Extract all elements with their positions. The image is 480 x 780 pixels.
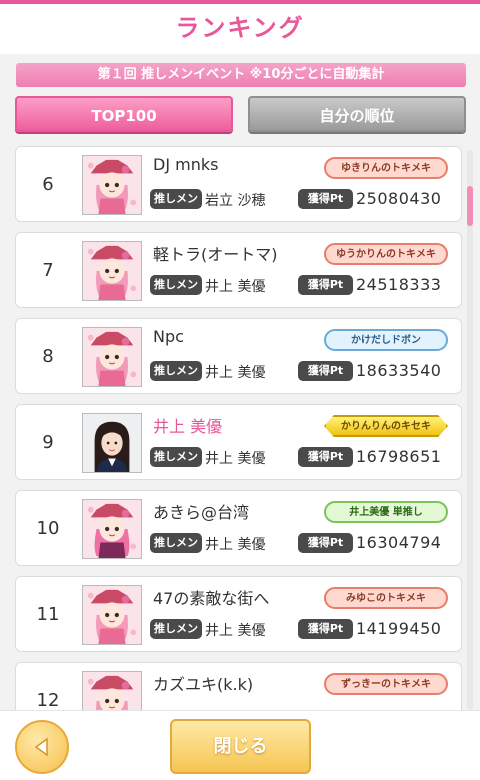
player-name[interactable]: カズユキ(k.k) bbox=[153, 671, 253, 695]
rank-number: 6 bbox=[42, 174, 54, 195]
chibi-avatar-icon bbox=[83, 242, 141, 300]
oshimen-name: 井上 美優 bbox=[205, 279, 266, 295]
rank-number: 8 bbox=[42, 346, 54, 367]
oshimen-label: 推しメン bbox=[150, 533, 202, 553]
footer: 閉じる bbox=[0, 710, 480, 780]
title-badge: かりんりんのキセキ bbox=[324, 415, 448, 437]
ranking-row[interactable]: 7 軽トラ(オートマ) ゆうかりんのトキメキ 推しメン 井上 美優 獲得Pt 2… bbox=[15, 232, 462, 308]
oshimen-label: 推しメン bbox=[150, 361, 202, 381]
oshimen-name: 岩立 沙穂 bbox=[205, 193, 266, 209]
page-title: ランキング bbox=[175, 14, 305, 42]
avatar-chibi[interactable] bbox=[82, 155, 142, 215]
tab-my-rank[interactable]: 自分の順位 bbox=[248, 96, 466, 132]
back-button[interactable] bbox=[15, 720, 69, 774]
rank-number: 9 bbox=[42, 432, 54, 453]
ranking-list[interactable]: 6 DJ mnks ゆきりんのトキメキ 推しメン 岩立 沙穂 獲得Pt 2508… bbox=[0, 146, 480, 710]
tab-top100[interactable]: TOP100 bbox=[15, 96, 233, 132]
title-badge: かけだしドボン bbox=[324, 329, 448, 351]
avatar-chibi[interactable] bbox=[82, 499, 142, 559]
avatar-photo[interactable] bbox=[82, 413, 142, 473]
rank-number: 10 bbox=[36, 518, 60, 539]
rank-number: 7 bbox=[42, 260, 54, 281]
chibi-avatar-icon bbox=[83, 500, 141, 558]
tab-bar: TOP100 自分の順位 bbox=[0, 96, 480, 132]
points-label: 獲得Pt bbox=[298, 361, 353, 381]
rank-number: 11 bbox=[36, 604, 60, 625]
points-value: 25080430 bbox=[356, 189, 442, 208]
oshimen-label: 推しメン bbox=[150, 275, 202, 295]
points-label: 獲得Pt bbox=[298, 619, 353, 639]
points-value: 16798651 bbox=[356, 447, 442, 466]
player-name[interactable]: 軽トラ(オートマ) bbox=[153, 241, 278, 265]
scrollbar-thumb[interactable] bbox=[467, 186, 473, 226]
avatar-chibi[interactable] bbox=[82, 241, 142, 301]
header: ランキング bbox=[0, 4, 480, 54]
oshimen-label: 推しメン bbox=[150, 189, 202, 209]
oshimen-name: 井上 美優 bbox=[205, 365, 266, 381]
title-badge: ゆうかりんのトキメキ bbox=[324, 243, 448, 265]
points-label: 獲得Pt bbox=[298, 275, 353, 295]
points-label: 獲得Pt bbox=[298, 533, 353, 553]
points-value: 14199450 bbox=[356, 619, 442, 638]
ranking-row[interactable]: 12 カズユキ(k.k) ずっきーのトキメキ bbox=[15, 662, 462, 710]
title-badge: 井上美優 単推し bbox=[324, 501, 448, 523]
chibi-avatar-icon bbox=[83, 586, 141, 644]
player-name[interactable]: あきら@台湾 bbox=[153, 499, 249, 523]
player-name[interactable]: 井上 美優 bbox=[153, 413, 222, 437]
points-value: 18633540 bbox=[356, 361, 442, 380]
chibi-avatar-icon bbox=[83, 328, 141, 386]
points-label: 獲得Pt bbox=[298, 447, 353, 467]
player-name[interactable]: 47の素敵な街へ bbox=[153, 585, 269, 609]
portrait-avatar-icon bbox=[83, 414, 141, 472]
oshimen-name: 井上 美優 bbox=[205, 451, 266, 467]
points-value: 24518333 bbox=[356, 275, 442, 294]
scrollbar[interactable] bbox=[467, 150, 473, 710]
oshimen-label: 推しメン bbox=[150, 619, 202, 639]
chibi-avatar-icon bbox=[83, 672, 141, 710]
player-name[interactable]: DJ mnks bbox=[153, 155, 218, 174]
avatar-chibi[interactable] bbox=[82, 585, 142, 645]
title-badge: みゆこのトキメキ bbox=[324, 587, 448, 609]
player-name[interactable]: Npc bbox=[153, 327, 184, 346]
ranking-row[interactable]: 6 DJ mnks ゆきりんのトキメキ 推しメン 岩立 沙穂 獲得Pt 2508… bbox=[15, 146, 462, 222]
rank-number: 12 bbox=[36, 690, 60, 710]
title-badge: ゆきりんのトキメキ bbox=[324, 157, 448, 179]
chibi-avatar-icon bbox=[83, 156, 141, 214]
back-arrow-icon bbox=[34, 737, 48, 757]
points-label: 獲得Pt bbox=[298, 189, 353, 209]
ranking-row[interactable]: 9 井上 美優 かりんりんのキセキ 推しメン 井上 美優 獲得Pt 167986… bbox=[15, 404, 462, 480]
ranking-row[interactable]: 11 47の素敵な街へ みゆこのトキメキ 推しメン 井上 美優 獲得Pt 141… bbox=[15, 576, 462, 652]
event-subtitle: 第１回 推しメンイベント ※10分ごとに自動集計 bbox=[16, 63, 466, 87]
close-button[interactable]: 閉じる bbox=[170, 719, 311, 774]
avatar-chibi[interactable] bbox=[82, 327, 142, 387]
oshimen-name: 井上 美優 bbox=[205, 623, 266, 639]
ranking-row[interactable]: 8 Npc かけだしドボン 推しメン 井上 美優 獲得Pt 18633540 bbox=[15, 318, 462, 394]
avatar-chibi[interactable] bbox=[82, 671, 142, 710]
title-badge: ずっきーのトキメキ bbox=[324, 673, 448, 695]
points-value: 16304794 bbox=[356, 533, 442, 552]
oshimen-label: 推しメン bbox=[150, 447, 202, 467]
ranking-row[interactable]: 10 あきら@台湾 井上美優 単推し 推しメン 井上 美優 獲得Pt 16304… bbox=[15, 490, 462, 566]
oshimen-name: 井上 美優 bbox=[205, 537, 266, 553]
